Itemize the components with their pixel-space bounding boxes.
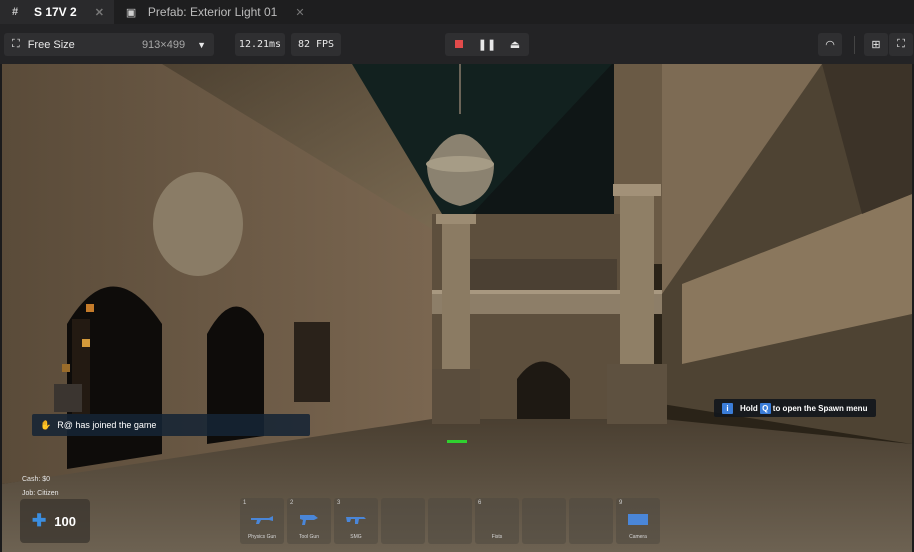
hotbar-slot-6[interactable]: 6 Fists: [475, 498, 519, 544]
slot-name: Camera: [629, 534, 647, 540]
pause-icon: ❚❚: [477, 39, 497, 51]
viewport-toolbar: ⛶ Free Size 913×499 ▼ 12.21ms 82 FPS ❚❚ …: [0, 24, 914, 64]
stop-button[interactable]: [445, 39, 473, 51]
hotbar-slot-4[interactable]: [381, 498, 425, 544]
eject-button[interactable]: ⏏: [501, 38, 529, 51]
chat-message: ✋ R@ has joined the game: [32, 414, 310, 436]
fps-readout: 82 FPS: [291, 33, 341, 56]
pause-button[interactable]: ❚❚: [473, 38, 501, 51]
slot-number: 1: [243, 500, 247, 506]
hint-prefix: Hold: [740, 403, 758, 413]
frame-time-readout: 12.21ms: [235, 33, 285, 56]
job-label: Job: Citizen: [22, 490, 59, 497]
fullscreen-frame-icon: ⛶: [12, 38, 20, 50]
stop-icon: [455, 39, 463, 48]
game-viewport[interactable]: ✋ R@ has joined the game i Hold Q to ope…: [2, 64, 912, 552]
hotbar-slot-8[interactable]: [569, 498, 613, 544]
tab-bar: # S 17V 2 ✕ ▣ Prefab: Exterior Light 01 …: [0, 0, 914, 24]
info-icon: i: [722, 402, 733, 414]
resolution-dropdown[interactable]: ⛶ Free Size 913×499 ▼: [4, 33, 214, 56]
playback-controls: ❚❚ ⏏: [445, 33, 529, 56]
hint-key: Q: [759, 402, 771, 414]
camera-icon: [628, 514, 648, 525]
expand-icon: ⛶: [897, 38, 905, 50]
robot-icon: ▣: [125, 6, 137, 19]
resolution-label: Free Size: [27, 38, 75, 51]
hotbar-slot-1[interactable]: 1 Physics Gun: [240, 498, 284, 544]
grid-icon: ⊞: [871, 39, 881, 51]
game-scene: [2, 64, 912, 552]
slot-number: 9: [619, 500, 623, 506]
slot-name: Physics Gun: [247, 534, 277, 540]
grid-hash-icon: #: [12, 6, 19, 18]
hotbar-slot-2[interactable]: 2 Tool Gun: [287, 498, 331, 544]
tab-scene-label: S 17V 2: [34, 5, 77, 19]
health-panel: ✚ 100: [20, 499, 90, 543]
health-plus-icon: ✚: [32, 511, 47, 530]
wave-hand-icon: ✋: [40, 419, 52, 430]
hotbar-slot-3[interactable]: 3 SMG: [334, 498, 378, 544]
wifi-icon: ◠: [825, 39, 835, 51]
physics-gun-icon: [251, 516, 273, 524]
cash-label: Cash: $0: [22, 476, 51, 483]
hotbar-slot-7[interactable]: [522, 498, 566, 544]
spawn-menu-hint: i Hold Q to open the Spawn menu: [714, 399, 877, 417]
tab-prefab-label: Prefab: Exterior Light 01: [147, 5, 278, 19]
health-value: 100: [54, 513, 76, 529]
weapon-hotbar: 1 Physics Gun 2 Tool Gun 3 SMG 6 Fists 9…: [240, 498, 664, 546]
slot-number: 2: [290, 500, 294, 506]
toolbar-divider: [854, 36, 855, 54]
eject-icon: ⏏: [509, 39, 521, 51]
hotbar-slot-9[interactable]: 9 Camera: [616, 498, 660, 544]
slot-number: 6: [478, 500, 482, 506]
close-icon[interactable]: ✕: [295, 6, 304, 19]
slot-name: SMG: [350, 534, 362, 540]
slot-name: Fists: [491, 534, 503, 540]
hotbar-slot-5[interactable]: [428, 498, 472, 544]
resolution-dims: 913×499: [141, 38, 186, 51]
tab-prefab[interactable]: ▣ Prefab: Exterior Light 01 ✕: [114, 0, 315, 24]
network-button[interactable]: ◠: [818, 33, 842, 56]
hint-suffix: to open the Spawn menu: [772, 403, 868, 413]
slot-number: 3: [337, 500, 341, 506]
chevron-down-icon: ▼: [197, 39, 206, 50]
chat-message-text: R@ has joined the game: [57, 420, 157, 430]
slot-name: Tool Gun: [298, 534, 319, 540]
maximize-button[interactable]: ⛶: [889, 33, 913, 56]
tab-scene[interactable]: # S 17V 2 ✕: [0, 0, 114, 24]
layout-grid-button[interactable]: ⊞: [864, 33, 888, 56]
tool-gun-icon: [300, 515, 318, 525]
close-icon[interactable]: ✕: [95, 6, 104, 19]
smg-icon: [346, 517, 366, 524]
